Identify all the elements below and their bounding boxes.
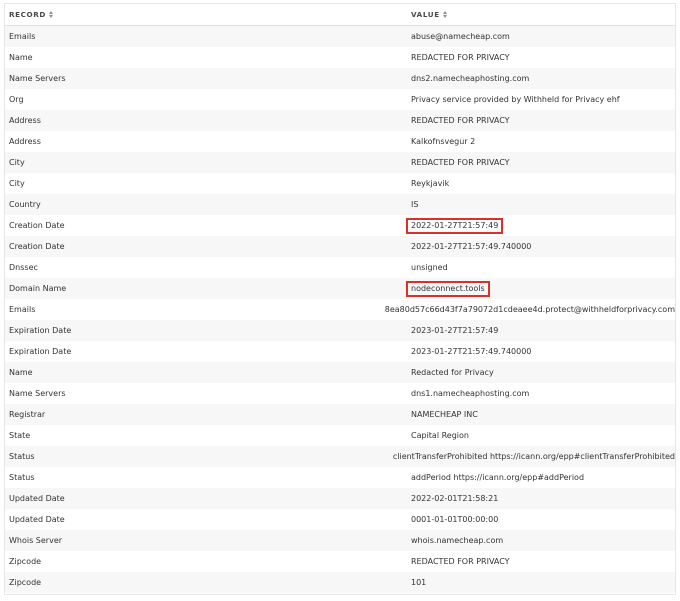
value-cell: 0001-01-01T00:00:00 (411, 515, 499, 524)
record-cell: Expiration Date (9, 347, 72, 356)
column-header-value[interactable]: VALUE (407, 10, 675, 19)
table-row: Address REDACTED FOR PRIVACY (5, 110, 675, 131)
table-row: Status clientTransferProhibited https://i… (5, 446, 675, 467)
record-cell: Expiration Date (9, 326, 72, 335)
table-row: Org Privacy service provided by Withheld … (5, 89, 675, 110)
record-cell: Whois Server (9, 536, 63, 545)
record-cell: City (9, 179, 25, 188)
value-cell: 2022-01-27T21:57:49.740000 (411, 242, 532, 251)
record-cell: Status (9, 473, 35, 482)
table-row: Zipcode 101 (5, 572, 675, 593)
value-cell: Reykjavik (411, 179, 450, 188)
record-cell: Address (9, 116, 41, 125)
value-cell: REDACTED FOR PRIVACY (411, 557, 510, 566)
table-row: Status addPeriod https://icann.org/epp#ad… (5, 467, 675, 488)
table-row: Updated Date 0001-01-01T00:00:00 (5, 509, 675, 530)
value-cell: 2023-01-27T21:57:49.740000 (411, 347, 532, 356)
value-cell: addPeriod https://icann.org/epp#addPerio… (411, 473, 585, 482)
value-cell: dns2.namecheaphosting.com (411, 74, 530, 83)
table-row: Expiration Date 2023-01-27T21:57:49.74000… (5, 341, 675, 362)
record-cell: Country (9, 200, 41, 209)
record-cell: Name Servers (9, 389, 66, 398)
table-row: Expiration Date 2023-01-27T21:57:49 (5, 320, 675, 341)
table-row: Creation Date 2022-01-27T21:57:49.740000 (5, 236, 675, 257)
record-cell: Status (9, 452, 35, 461)
record-cell: Dnssec (9, 263, 38, 272)
table-row: Creation Date 2022-01-27T21:57:49 (5, 215, 675, 236)
value-cell: nodeconnect.tools (406, 280, 675, 297)
table-row: Name Servers dns1.namecheaphosting.com (5, 383, 675, 404)
table-row: State Capital Region (5, 425, 675, 446)
record-cell: Name Servers (9, 74, 66, 83)
column-header-record[interactable]: RECORD (5, 10, 407, 19)
table-row: City REDACTED FOR PRIVACY (5, 152, 675, 173)
value-cell: dns1.namecheaphosting.com (411, 389, 530, 398)
record-cell: Org (9, 95, 24, 104)
value-cell: NAMECHEAP INC (411, 410, 478, 419)
highlighted-value: nodeconnect.tools (406, 280, 490, 297)
value-cell: unsigned (411, 263, 448, 272)
value-cell: REDACTED FOR PRIVACY (411, 53, 510, 62)
value-cell: abuse@namecheap.com (411, 32, 510, 41)
value-cell: Kalkofnsvegur 2 (411, 137, 476, 146)
sort-updown-icon[interactable] (48, 10, 55, 19)
record-cell: Creation Date (9, 242, 65, 251)
highlighted-value: 2022-01-27T21:57:49 (406, 217, 504, 234)
table-row: Name Redacted for Privacy (5, 362, 675, 383)
record-cell: Zipcode (9, 578, 42, 587)
table-row: Domain Name nodeconnect.tools (5, 278, 675, 299)
value-cell: IS (411, 200, 419, 209)
table-row: Emails 8ea80d57c66d43f7a79072d1cdeaee4d.p… (5, 299, 675, 320)
table-row: Name Servers dns2.namecheaphosting.com (5, 68, 675, 89)
table-row: Updated Date 2022-02-01T21:58:21 (5, 488, 675, 509)
record-cell: Emails (9, 32, 36, 41)
table-header: RECORD VALUE (5, 4, 675, 26)
value-cell: 2022-02-01T21:58:21 (411, 494, 499, 503)
table-body: Emails abuse@namecheap.com Name REDACTED FO… (5, 26, 675, 593)
value-cell: Capital Region (411, 431, 469, 440)
value-cell: 2022-01-27T21:57:49 (406, 217, 675, 234)
record-cell: Creation Date (9, 221, 65, 230)
table-row: Dnssec unsigned (5, 257, 675, 278)
value-cell: Redacted for Privacy (411, 368, 494, 377)
value-cell: 101 (411, 578, 427, 587)
whois-records-table: RECORD VALUE Emails abuse@namecheap.com Na… (4, 3, 676, 595)
record-cell: Updated Date (9, 494, 65, 503)
record-cell: Zipcode (9, 557, 42, 566)
value-cell: 8ea80d57c66d43f7a79072d1cdeaee4d.protect… (384, 305, 675, 314)
record-cell: State (9, 431, 31, 440)
value-cell: clientTransferProhibited https://icann.o… (392, 452, 675, 461)
value-cell: whois.namecheap.com (411, 536, 504, 545)
table-row: Country IS (5, 194, 675, 215)
column-header-label: RECORD (9, 10, 46, 19)
table-row: Name REDACTED FOR PRIVACY (5, 47, 675, 68)
table-row: City Reykjavik (5, 173, 675, 194)
record-cell: Updated Date (9, 515, 65, 524)
value-cell: Privacy service provided by Withheld for… (411, 95, 620, 104)
value-cell: REDACTED FOR PRIVACY (411, 116, 510, 125)
record-cell: Address (9, 137, 41, 146)
table-row: Emails abuse@namecheap.com (5, 26, 675, 47)
table-row: Zipcode REDACTED FOR PRIVACY (5, 551, 675, 572)
value-cell: 2023-01-27T21:57:49 (411, 326, 499, 335)
sort-updown-icon[interactable] (442, 10, 449, 19)
record-cell: Emails (9, 305, 36, 314)
table-row: Address Kalkofnsvegur 2 (5, 131, 675, 152)
record-cell: City (9, 158, 25, 167)
record-cell: Name (9, 368, 33, 377)
table-row: Whois Server whois.namecheap.com (5, 530, 675, 551)
record-cell: Registrar (9, 410, 46, 419)
table-row: Registrar NAMECHEAP INC (5, 404, 675, 425)
record-cell: Name (9, 53, 33, 62)
column-header-label: VALUE (411, 10, 440, 19)
value-cell: REDACTED FOR PRIVACY (411, 158, 510, 167)
record-cell: Domain Name (9, 284, 67, 293)
